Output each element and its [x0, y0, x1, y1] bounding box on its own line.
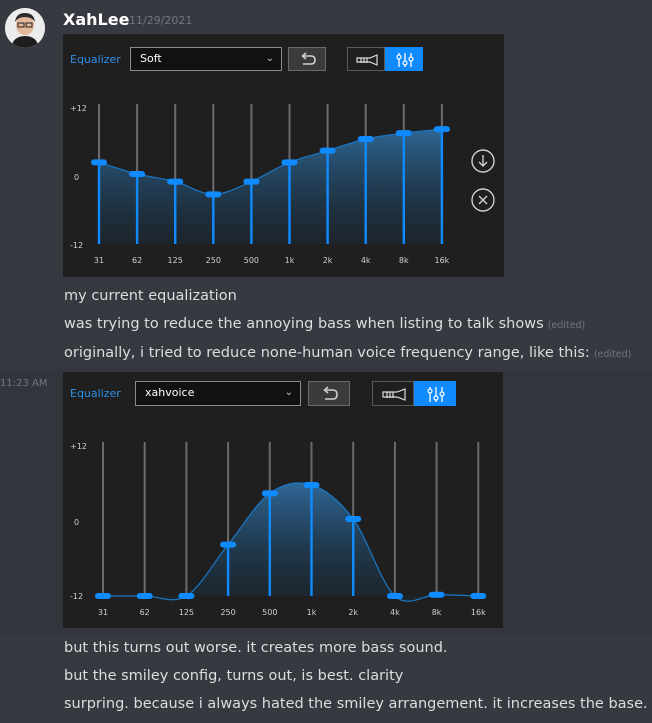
slider-handle-8k[interactable] [428, 591, 445, 598]
freq-label-31: 31 [94, 256, 104, 265]
y-label-max: +12 [70, 442, 87, 451]
freq-label-500: 500 [244, 256, 259, 265]
slider-handle-125[interactable] [167, 178, 184, 185]
slider-handle-62[interactable] [136, 593, 153, 599]
y-label-max: +12 [70, 104, 87, 113]
message-text: but the smiley config, turns out, is bes… [64, 668, 404, 684]
username[interactable]: XahLee [63, 10, 129, 29]
slider-handle-4k[interactable] [357, 136, 374, 142]
message-text: my current equalization [64, 288, 237, 304]
equalizer-screenshot-1: Equalizer Soft ⌄ +12 0 -12 31 62 125 250… [63, 34, 504, 277]
slider-handle-16k[interactable] [433, 126, 450, 133]
freq-label-1k: 1k [307, 608, 317, 617]
slider-handle-1k[interactable] [303, 481, 320, 488]
freq-label-125: 125 [168, 256, 183, 265]
freq-label-4k: 4k [390, 608, 400, 617]
slider-handle-250[interactable] [220, 541, 237, 548]
equalizer-graph-2: +12 0 -12 31 62 125 250 500 1k 2k 4k 8k 16k [70, 442, 487, 617]
freq-label-125: 125 [179, 608, 194, 617]
eq-curve-area [103, 483, 479, 602]
y-label-zero: 0 [74, 173, 79, 182]
freq-label-2k: 2k [348, 608, 358, 617]
message-text: surpring. because i always hated the smi… [64, 696, 648, 712]
user-avatar[interactable] [5, 8, 45, 48]
slider-handle-500[interactable] [261, 490, 278, 497]
message-text: originally, i tried to reduce none-human… [64, 345, 631, 361]
freq-label-31: 31 [98, 608, 108, 617]
message-text: was trying to reduce the annoying bass w… [64, 316, 585, 332]
slider-handle-8k[interactable] [395, 130, 412, 137]
y-label-zero: 0 [74, 518, 79, 527]
slider-handle-1k[interactable] [281, 159, 298, 166]
message-body: originally, i tried to reduce none-human… [64, 345, 590, 361]
freq-label-1k: 1k [285, 256, 295, 265]
slider-handle-125[interactable] [178, 593, 195, 599]
slider-handle-4k[interactable] [386, 593, 403, 599]
freq-label-8k: 8k [399, 256, 409, 265]
slider-handle-2k[interactable] [345, 516, 362, 522]
message-body: was trying to reduce the annoying bass w… [64, 316, 544, 332]
hover-timestamp: 11:23 AM [0, 378, 48, 389]
slider-handle-31[interactable] [95, 593, 111, 599]
y-label-min: -12 [70, 241, 83, 250]
freq-label-8k: 8k [432, 608, 442, 617]
slider-handle-2k[interactable] [319, 147, 336, 154]
freq-label-16k: 16k [471, 608, 486, 617]
message-timestamp: 11/29/2021 [129, 14, 193, 27]
freq-label-2k: 2k [323, 256, 333, 265]
eq-curve-area [99, 129, 442, 244]
slider-handle-62[interactable] [129, 171, 146, 177]
slider-handle-250[interactable] [205, 191, 222, 198]
edited-tag: (edited) [547, 320, 586, 331]
freq-label-500: 500 [262, 608, 277, 617]
freq-label-250: 250 [206, 256, 221, 265]
edited-tag: (edited) [593, 349, 632, 360]
equalizer-screenshot-2: Equalizer xahvoice ⌄ +12 0 -12 31 62 125… [63, 372, 503, 628]
equalizer-graph-1: +12 0 -12 31 62 125 250 500 1k 2k 4k 8k 16k [70, 104, 450, 265]
slider-handle-31[interactable] [91, 159, 107, 166]
slider-handle-500[interactable] [243, 178, 260, 185]
freq-label-62: 62 [132, 256, 142, 265]
freq-label-4k: 4k [361, 256, 371, 265]
freq-label-250: 250 [220, 608, 235, 617]
slider-handle-16k[interactable] [470, 593, 487, 599]
freq-label-16k: 16k [434, 256, 449, 265]
message-text: but this turns out worse. it creates mor… [64, 640, 448, 656]
y-label-min: -12 [70, 592, 83, 601]
freq-label-62: 62 [140, 608, 150, 617]
